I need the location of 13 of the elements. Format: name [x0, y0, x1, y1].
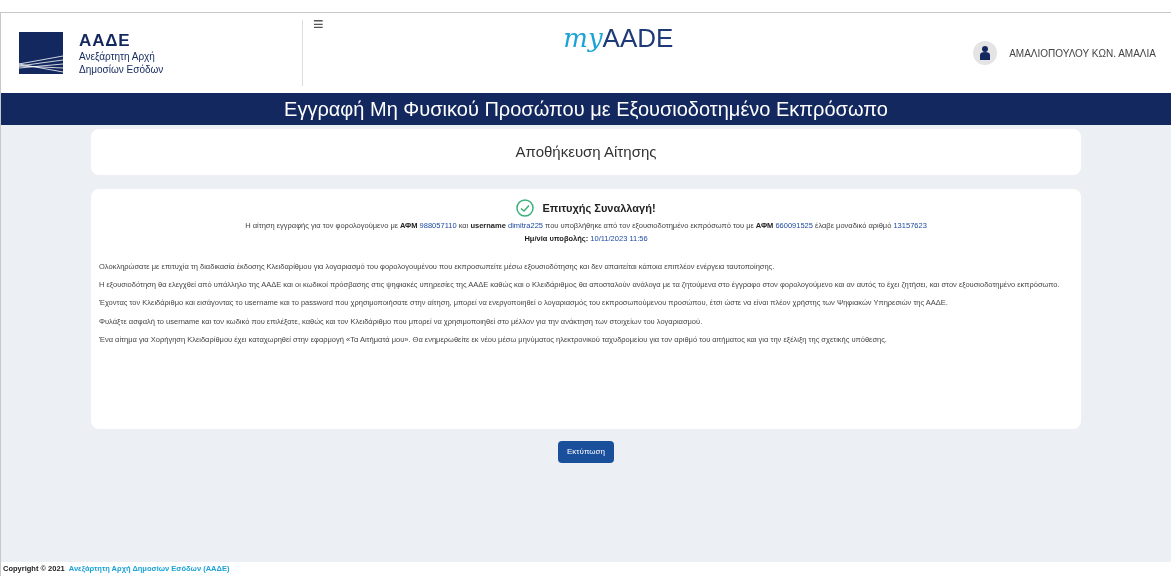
logo-icon [19, 32, 63, 74]
check-circle-icon [516, 199, 535, 217]
menu-button[interactable]: ≡ [313, 15, 324, 33]
org-name: Ανεξάρτητη Αρχή [79, 51, 156, 64]
section-title: Αποθήκευση Αίτησης [515, 141, 657, 162]
user-name: ΑΜΑΛΙΟΠΟΥΛΟΥ ΚΩΝ. ΑΜΑΛΙΑ [1009, 46, 1156, 61]
user-avatar-icon[interactable] [973, 41, 998, 65]
print-button[interactable]: Εκτύπωση [558, 441, 614, 463]
title-bar: Εγγραφή Μη Φυσικού Προσώπου με Εξουσιοδοτημένο Εκπρόσωπο [1, 93, 1171, 125]
org-abbreviation: ΑΑΔΕ [79, 29, 132, 51]
brand-logo: myAADE [563, 22, 674, 55]
org-name: Δημοσίων Εσόδων [79, 63, 164, 77]
success-heading: Επιτυχής Συναλλαγή! [542, 200, 656, 216]
